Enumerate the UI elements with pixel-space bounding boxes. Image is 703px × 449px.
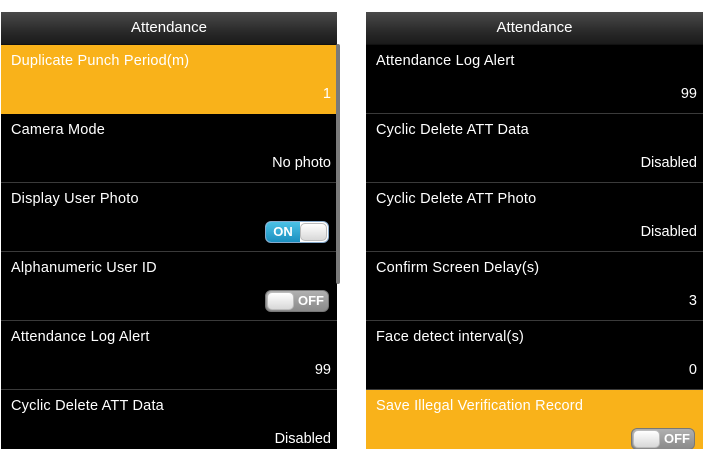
menu-item-cyclic-delete-att-photo[interactable]: Cyclic Delete ATT Photo Disabled [366,183,703,252]
menu-item-cyclic-delete-att-data[interactable]: Cyclic Delete ATT Data Disabled [366,114,703,183]
item-label: Cyclic Delete ATT Data [11,398,164,414]
item-label: Display User Photo [11,191,139,207]
item-value: 3 [688,293,697,309]
toggle-state-label: ON [266,222,300,242]
scrollbar[interactable] [336,44,340,284]
menu-item-alphanumeric-user-id[interactable]: Alphanumeric User ID OFF [1,252,337,321]
item-value: 0 [688,362,697,378]
menu-item-attendance-log-alert[interactable]: Attendance Log Alert 99 [366,45,703,114]
attendance-screen-left: Attendance Duplicate Punch Period(m) 1 C… [1,12,337,449]
toggle-knob [633,430,660,448]
menu-item-camera-mode[interactable]: Camera Mode No photo [1,114,337,183]
item-label: Camera Mode [11,122,106,138]
save-illegal-verification-toggle[interactable]: OFF [631,428,695,449]
menu-item-duplicate-punch-period[interactable]: Duplicate Punch Period(m) 1 [1,45,337,114]
attendance-screen-right: Attendance Attendance Log Alert 99 Cycli… [366,12,703,449]
menu-item-cyclic-delete-att-data[interactable]: Cyclic Delete ATT Data Disabled [1,390,337,449]
item-label: Alphanumeric User ID [11,260,157,276]
page-title: Attendance [366,12,703,45]
menu-item-attendance-log-alert[interactable]: Attendance Log Alert 99 [1,321,337,390]
alphanumeric-user-id-toggle[interactable]: OFF [265,290,329,312]
item-label: Confirm Screen Delay(s) [376,260,540,276]
item-value: 99 [680,86,697,102]
item-value: Disabled [274,431,331,447]
toggle-state-label: OFF [298,293,324,308]
item-value: 1 [322,86,331,102]
item-label: Cyclic Delete ATT Data [376,122,529,138]
item-value: No photo [272,155,331,171]
page-title: Attendance [1,12,337,45]
item-value: Disabled [640,155,697,171]
toggle-state-label: OFF [664,431,690,446]
item-label: Face detect interval(s) [376,329,525,345]
item-value: 99 [314,362,331,378]
item-label: Duplicate Punch Period(m) [11,53,190,69]
item-value: Disabled [640,224,697,240]
menu-item-display-user-photo[interactable]: Display User Photo ON [1,183,337,252]
menu-item-save-illegal-verification-record[interactable]: Save Illegal Verification Record OFF [366,390,703,449]
menu-item-face-detect-interval[interactable]: Face detect interval(s) 0 [366,321,703,390]
item-label: Save Illegal Verification Record [376,398,584,414]
toggle-knob [267,292,294,310]
menu-item-confirm-screen-delay[interactable]: Confirm Screen Delay(s) 3 [366,252,703,321]
item-label: Attendance Log Alert [376,53,515,69]
toggle-knob [300,223,327,241]
item-label: Cyclic Delete ATT Photo [376,191,537,207]
display-user-photo-toggle[interactable]: ON [265,221,329,243]
item-label: Attendance Log Alert [11,329,150,345]
